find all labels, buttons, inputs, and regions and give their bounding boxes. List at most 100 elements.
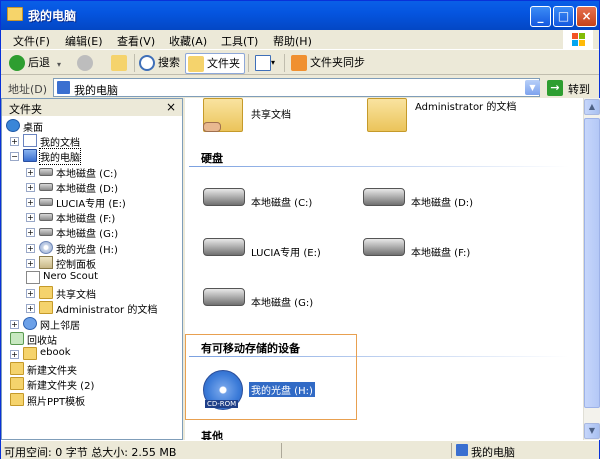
go-arrow-icon: → — [547, 80, 563, 96]
folder-icon — [10, 392, 24, 406]
group-hard-disks: 硬盘 — [201, 152, 223, 165]
tree-item[interactable]: − 我的电脑 — [2, 148, 180, 166]
address-input[interactable]: 我的电脑 — [53, 78, 540, 97]
folder-icon — [39, 286, 53, 300]
views-button[interactable]: ▾ — [253, 53, 281, 74]
tree-item[interactable]: 桌面 — [2, 118, 180, 134]
folder-icon — [39, 301, 53, 315]
expand-icon[interactable]: + — [26, 228, 35, 238]
admin-docs-item[interactable]: Administrator 的文档 — [367, 98, 567, 138]
back-arrow-icon — [9, 55, 25, 71]
expand-icon[interactable]: + — [10, 319, 19, 329]
expand-icon[interactable]: + — [26, 304, 35, 314]
recycle-bin-icon — [10, 331, 24, 345]
folder-icon — [23, 347, 37, 360]
menu-bar: 文件(F) 编辑(E) 查看(V) 收藏(A) 工具(T) 帮助(H) — [1, 30, 599, 50]
tree-item[interactable]: + LUCIA专用 (E:) — [2, 194, 180, 210]
tree-item[interactable]: + 本地磁盘 (C:) — [2, 164, 180, 180]
tree-item[interactable]: + 网上邻居 — [2, 316, 180, 332]
address-bar: 地址(D) 我的电脑 — [1, 77, 599, 98]
close-button[interactable]: × — [576, 6, 597, 27]
drive-icon — [203, 188, 245, 206]
drive-icon — [203, 288, 245, 306]
menu-help[interactable]: 帮助(H) — [273, 33, 312, 49]
removable-highlight — [185, 334, 357, 420]
tree-item[interactable]: 新建文件夹 — [2, 361, 180, 377]
expand-icon[interactable]: + — [26, 182, 35, 192]
tree-item[interactable]: 照片PPT模板 — [2, 392, 180, 408]
drive-icon — [39, 167, 53, 176]
expand-icon[interactable]: + — [26, 243, 35, 253]
search-button[interactable]: 搜索 — [137, 53, 183, 74]
drive-icon — [39, 213, 53, 222]
drive-f-item[interactable]: 本地磁盘 (F:) — [363, 232, 513, 272]
drive-e-item[interactable]: LUCIA专用 (E:) — [203, 232, 353, 272]
title-bar[interactable]: 我的电脑 _ □ × — [1, 1, 599, 30]
menu-file[interactable]: 文件(F) — [13, 33, 50, 49]
status-free-space: 可用空间: 0 字节 总大小: 2.55 MB — [4, 446, 177, 459]
menu-favorites[interactable]: 收藏(A) — [169, 33, 207, 49]
status-location: 我的电脑 — [471, 446, 515, 459]
menu-edit[interactable]: 编辑(E) — [65, 33, 103, 49]
tree-item[interactable]: 回收站 — [2, 331, 180, 347]
folders-button[interactable]: 文件夹 — [185, 53, 245, 74]
sync-icon — [291, 55, 307, 71]
drive-c-item[interactable]: 本地磁盘 (C:) — [203, 182, 353, 222]
vertical-scrollbar[interactable]: ▲ ▼ — [583, 98, 600, 440]
shared-hand-icon — [203, 122, 221, 132]
search-icon — [139, 55, 155, 71]
drive-icon — [39, 182, 53, 191]
tree-item[interactable]: 新建文件夹 (2) — [2, 376, 180, 392]
maximize-button[interactable]: □ — [553, 6, 574, 27]
tree-item[interactable]: + 本地磁盘 (G:) — [2, 224, 180, 240]
folder-sync-button[interactable]: 文件夹同步 — [289, 53, 369, 74]
drive-icon — [39, 198, 53, 206]
expand-icon[interactable]: + — [10, 350, 19, 359]
desktop-icon — [6, 119, 20, 132]
scroll-down-icon[interactable]: ▼ — [584, 423, 600, 439]
forward-button[interactable] — [75, 53, 105, 74]
minimize-button[interactable]: _ — [530, 6, 551, 27]
folder-icon — [10, 362, 24, 376]
folder-icon — [7, 7, 23, 21]
expand-icon[interactable]: + — [10, 137, 19, 147]
shared-docs-item[interactable]: 共享文档 — [203, 98, 363, 138]
menu-view[interactable]: 查看(V) — [117, 33, 155, 49]
tree-item[interactable]: + 我的文档 — [2, 133, 180, 149]
documents-icon — [23, 134, 37, 148]
computer-icon — [57, 81, 70, 94]
folder-icon — [10, 377, 24, 391]
scroll-up-icon[interactable]: ▲ — [584, 99, 600, 115]
tree-item[interactable]: + 控制面板 — [2, 255, 180, 271]
drive-d-item[interactable]: 本地磁盘 (D:) — [363, 182, 513, 222]
drive-icon — [203, 238, 245, 256]
tree-item[interactable]: + ebook — [2, 346, 180, 362]
expand-icon[interactable]: + — [26, 213, 35, 223]
folder-icon — [367, 98, 407, 132]
up-button[interactable] — [109, 53, 131, 74]
up-folder-icon — [111, 55, 127, 71]
menu-tools[interactable]: 工具(T) — [221, 33, 258, 49]
explorer-window: 我的电脑 _ □ × 文件(F) 编辑(E) 查看(V) 收藏(A) 工具(T)… — [0, 0, 600, 459]
tree-item[interactable]: + 本地磁盘 (F:) — [2, 209, 180, 225]
computer-icon — [23, 149, 37, 163]
scroll-thumb[interactable] — [584, 118, 600, 408]
go-button[interactable]: → 转到 — [547, 80, 597, 96]
tree-item[interactable]: + 我的光盘 (H:) — [2, 240, 180, 256]
cd-icon — [39, 240, 53, 254]
drive-g-item[interactable]: 本地磁盘 (G:) — [203, 282, 353, 322]
tree-item[interactable]: + 本地磁盘 (D:) — [2, 179, 180, 195]
close-pane-button[interactable]: × — [166, 100, 176, 114]
drive-icon — [39, 228, 53, 237]
collapse-icon[interactable]: − — [10, 152, 19, 162]
tree-item[interactable]: + 共享文档 — [2, 285, 180, 301]
expand-icon[interactable]: + — [26, 289, 35, 299]
expand-icon[interactable]: + — [26, 198, 35, 207]
back-dropdown-icon[interactable]: ▾ — [57, 60, 61, 69]
tree-item[interactable]: + Administrator 的文档 — [2, 300, 180, 316]
expand-icon[interactable]: + — [26, 258, 35, 268]
expand-icon[interactable]: + — [26, 167, 35, 177]
tree-item[interactable]: Nero Scout — [2, 270, 180, 286]
forward-arrow-icon — [77, 55, 93, 71]
address-dropdown-button[interactable]: ▼ — [525, 80, 540, 95]
